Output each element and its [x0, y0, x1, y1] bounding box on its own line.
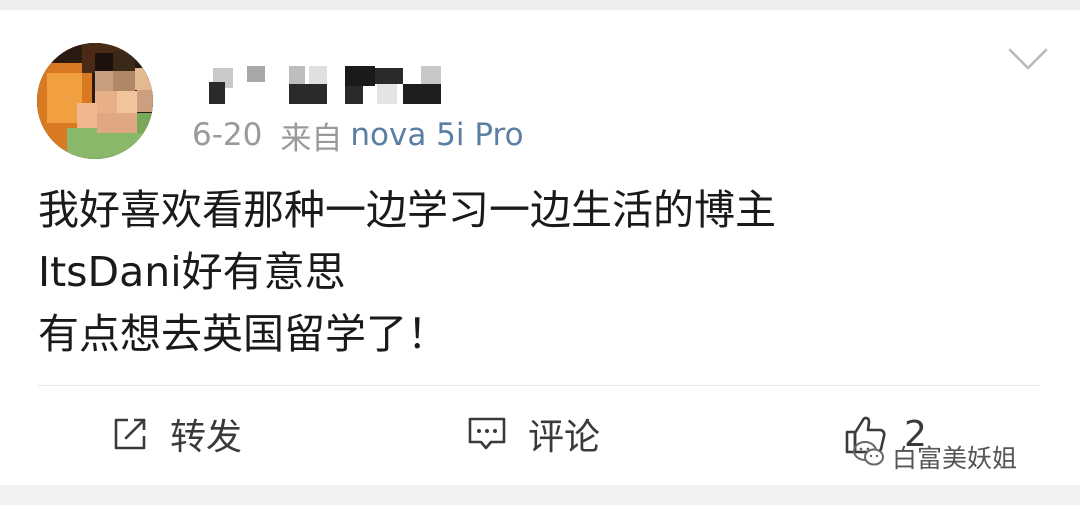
post-line: 我好喜欢看那种一边学习一边生活的博主 [38, 186, 776, 234]
source-label: 来自 [280, 120, 343, 157]
watermark: 白富美妖姐 [852, 437, 1017, 477]
comment-label: 评论 [528, 417, 601, 458]
repost-label: 转发 [170, 417, 243, 458]
share-icon [110, 414, 150, 454]
wechat-icon [852, 439, 886, 475]
comment-button[interactable]: 评论 [466, 408, 600, 460]
post-date: 6-20 [192, 117, 263, 153]
chevron-down-icon[interactable] [1006, 44, 1050, 74]
repost-button[interactable]: 转发 [110, 408, 242, 460]
post-meta: 6-20 来自 nova 5i Pro [192, 113, 524, 157]
post-line: 有点想去英国留学了！ [38, 310, 448, 358]
post-line: ItsDani好有意思 [38, 248, 346, 296]
author-name[interactable] [205, 62, 450, 106]
post-content: 我好喜欢看那种一边学习一边生活的博主 ItsDani好有意思 有点想去英国留学了… [38, 180, 1038, 366]
comment-icon [466, 414, 508, 454]
avatar[interactable] [37, 43, 153, 159]
bottom-separator [0, 485, 1080, 505]
device-link[interactable]: nova 5i Pro [350, 117, 523, 153]
top-separator [0, 0, 1080, 10]
watermark-text: 白富美妖姐 [892, 444, 1018, 473]
divider [38, 385, 1040, 386]
